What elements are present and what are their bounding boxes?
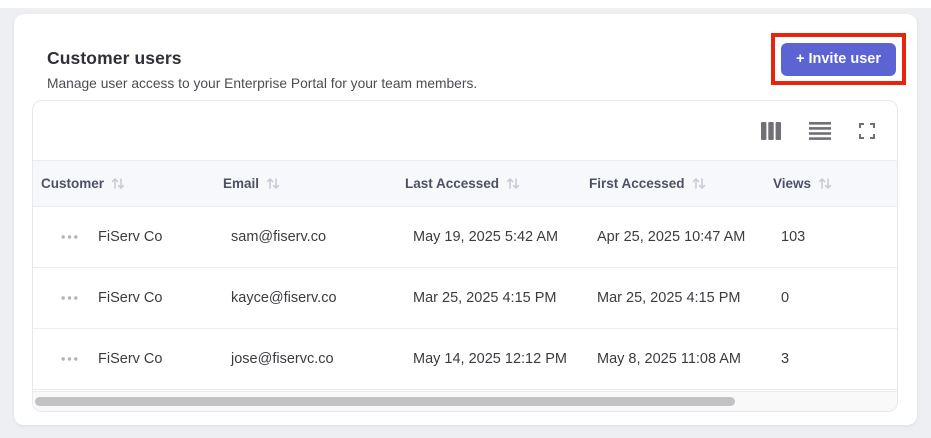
cell-first-accessed: Apr 25, 2025 10:47 AM bbox=[597, 229, 746, 245]
column-header-first-accessed[interactable]: First Accessed bbox=[589, 176, 773, 191]
row-menu-icon[interactable] bbox=[57, 231, 82, 243]
cell-customer: FiServ Co bbox=[98, 229, 163, 245]
annotation-highlight-box: + Invite user bbox=[771, 33, 906, 85]
column-header-label: Views bbox=[773, 176, 812, 191]
fullscreen-icon[interactable] bbox=[857, 121, 877, 141]
scrollbar-thumb[interactable] bbox=[35, 397, 735, 406]
top-strip bbox=[0, 0, 931, 8]
cell-first-accessed: May 8, 2025 11:08 AM bbox=[597, 351, 742, 367]
cell-last-accessed: May 14, 2025 12:12 PM bbox=[413, 351, 567, 367]
sort-icon bbox=[506, 177, 520, 190]
table-row[interactable]: FiServ Co jose@fiservc.co May 14, 2025 1… bbox=[33, 329, 897, 390]
sort-icon bbox=[111, 177, 125, 190]
cell-last-accessed: Mar 25, 2025 4:15 PM bbox=[413, 290, 557, 306]
cell-views: 103 bbox=[781, 229, 806, 245]
horizontal-scrollbar[interactable] bbox=[33, 391, 897, 411]
cell-customer: FiServ Co bbox=[98, 351, 163, 367]
table-header-row: Customer Email Last Accessed First Acces… bbox=[33, 160, 897, 207]
cell-email: jose@fiservc.co bbox=[231, 351, 334, 367]
table-row[interactable]: FiServ Co kayce@fiserv.co Mar 25, 2025 4… bbox=[33, 268, 897, 329]
cell-customer: FiServ Co bbox=[98, 290, 163, 306]
cell-email: sam@fiserv.co bbox=[231, 229, 327, 245]
table-toolbar bbox=[33, 101, 897, 160]
sort-icon bbox=[266, 177, 280, 190]
column-header-label: Last Accessed bbox=[405, 176, 500, 191]
row-menu-icon[interactable] bbox=[57, 353, 82, 365]
column-header-label: Customer bbox=[41, 176, 105, 191]
column-header-email[interactable]: Email bbox=[223, 176, 405, 191]
table-row[interactable]: FiServ Co sam@fiserv.co May 19, 2025 5:4… bbox=[33, 207, 897, 268]
cell-first-accessed: Mar 25, 2025 4:15 PM bbox=[597, 290, 741, 306]
sort-icon bbox=[818, 177, 832, 190]
column-header-last-accessed[interactable]: Last Accessed bbox=[405, 176, 589, 191]
invite-user-button[interactable]: + Invite user bbox=[781, 42, 896, 76]
column-header-label: Email bbox=[223, 176, 260, 191]
sort-icon bbox=[692, 177, 706, 190]
row-menu-icon[interactable] bbox=[57, 292, 82, 304]
row-density-icon[interactable] bbox=[807, 120, 833, 142]
users-table-card: Customer Email Last Accessed First Acces… bbox=[32, 100, 898, 412]
column-header-views[interactable]: Views bbox=[773, 176, 897, 191]
columns-icon[interactable] bbox=[759, 120, 783, 142]
cell-views: 3 bbox=[781, 351, 790, 367]
cell-email: kayce@fiserv.co bbox=[231, 290, 337, 306]
page-subtitle: Manage user access to your Enterprise Po… bbox=[47, 76, 478, 91]
page-title: Customer users bbox=[47, 48, 182, 68]
column-header-label: First Accessed bbox=[589, 176, 685, 191]
column-header-customer[interactable]: Customer bbox=[41, 176, 223, 191]
cell-last-accessed: May 19, 2025 5:42 AM bbox=[413, 229, 559, 245]
cell-views: 0 bbox=[781, 290, 790, 306]
